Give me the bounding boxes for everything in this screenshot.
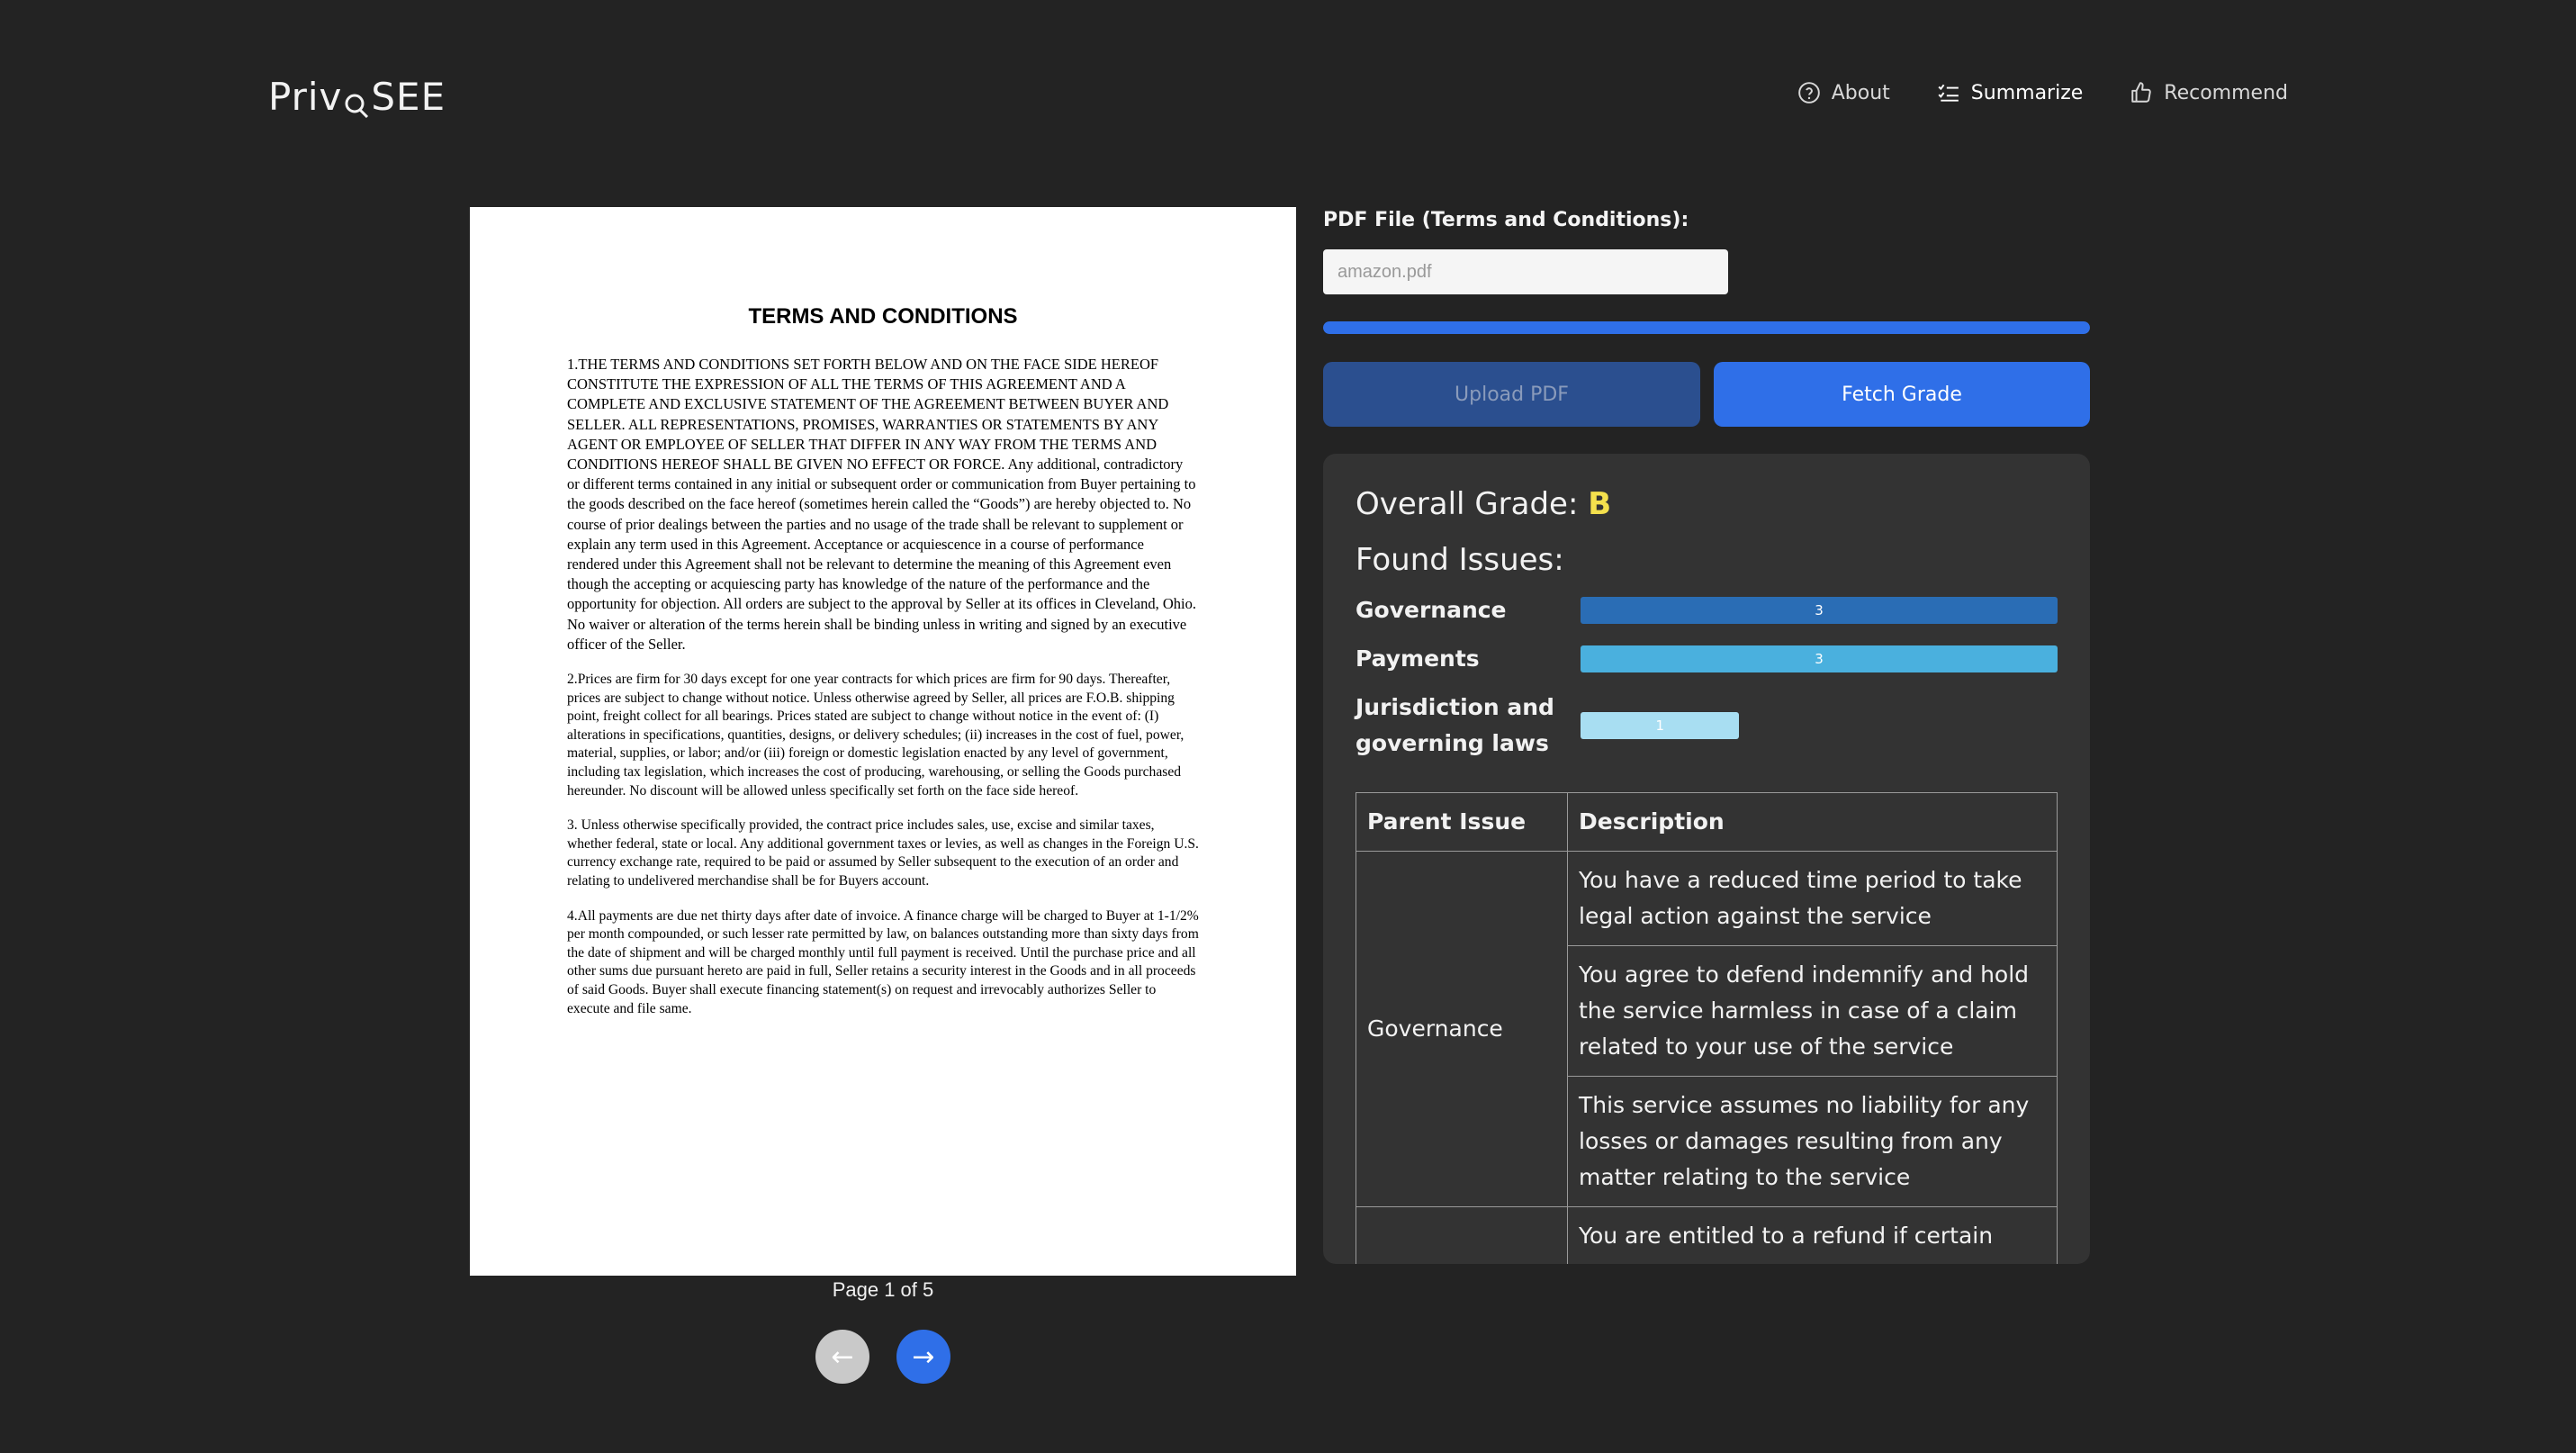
issue-count-bar: 3 [1581,645,2058,672]
issue-label: Governance [1356,597,1507,623]
document-paragraph: 4.All payments are due net thirty days a… [567,907,1199,1016]
nav-summarize[interactable]: Summarize [1937,81,2084,104]
column-header-description: Description [1567,792,2058,852]
issue-count-bar: 1 [1581,712,1740,739]
document-paragraph: 3. Unless otherwise specifically provide… [567,817,1199,889]
grade-value: B [1588,486,1612,522]
top-nav: About Summarize Recommend [1797,81,2288,104]
overall-grade: Overall Grade: B [1356,486,2058,522]
logo[interactable]: Priv SEE [268,74,446,119]
checklist-icon [1938,84,1959,102]
nav-recommend-label: Recommend [2164,81,2288,104]
parent-issue-cell [1356,1206,1568,1264]
issue-row: Governance 3 [1356,592,2058,628]
nav-about[interactable]: About [1797,81,1890,104]
issue-label: Payments [1356,645,1480,672]
found-issues-title: Found Issues: [1356,542,1564,578]
logo-text-end: SEE [371,74,446,119]
issue-count-bar: 3 [1581,597,2058,624]
magnifier-q-icon [343,83,370,119]
document-paragraph: 1.THE TERMS AND CONDITIONS SET FORTH BEL… [567,356,1196,653]
grade-label: Overall Grade: [1356,486,1579,522]
issue-row: Jurisdiction and governing laws 1 [1356,690,2058,762]
upload-progress-bar [1323,321,2090,334]
results-panel: Overall Grade: B Found Issues: Governanc… [1323,454,2090,1264]
logo-text-start: Priv [268,74,343,119]
upload-progress-fill [1323,321,2090,334]
fetch-grade-button[interactable]: Fetch Grade [1714,362,2090,427]
file-input[interactable]: amazon.pdf [1323,249,1728,294]
issue-row: Payments 3 [1356,641,2058,677]
thumbs-up-icon [2131,82,2152,103]
nav-recommend[interactable]: Recommend [2130,81,2288,104]
parent-issue-cell: Governance [1356,851,1568,1207]
issue-label: Jurisdiction and governing laws [1356,694,1554,756]
upload-pdf-button[interactable]: Upload PDF [1323,362,1700,427]
previous-page-button[interactable]: ← [815,1330,869,1384]
next-page-button[interactable]: → [896,1330,950,1384]
file-input-label: PDF File (Terms and Conditions): [1323,209,1689,231]
table-row: Governance You have a reduced time perio… [1356,851,2058,1207]
nav-summarize-label: Summarize [1970,81,2084,104]
issues-table: Parent Issue Description Governance You … [1356,792,2058,1264]
document-paragraph: 2.Prices are firm for 30 days except for… [567,672,1184,799]
description-cell: You agree to defend indemnify and hold t… [1567,945,2058,1077]
table-row: You are entitled to a refund if certain [1356,1206,2058,1264]
description-cell: This service assumes no liability for an… [1567,1076,2058,1207]
pdf-page: TERMS AND CONDITIONS 1.THE TERMS AND CON… [470,207,1296,1276]
description-cell: You are entitled to a refund if certain [1567,1206,2058,1264]
document-title: TERMS AND CONDITIONS [748,304,1018,329]
column-header-parent-issue: Parent Issue [1356,792,1568,852]
page-indicator: Page 1 of 5 [832,1278,934,1301]
help-circle-icon [1797,82,1820,104]
nav-about-label: About [1831,81,1890,104]
table-header-row: Parent Issue Description [1356,792,2058,852]
description-cell: You have a reduced time period to take l… [1567,851,2058,946]
